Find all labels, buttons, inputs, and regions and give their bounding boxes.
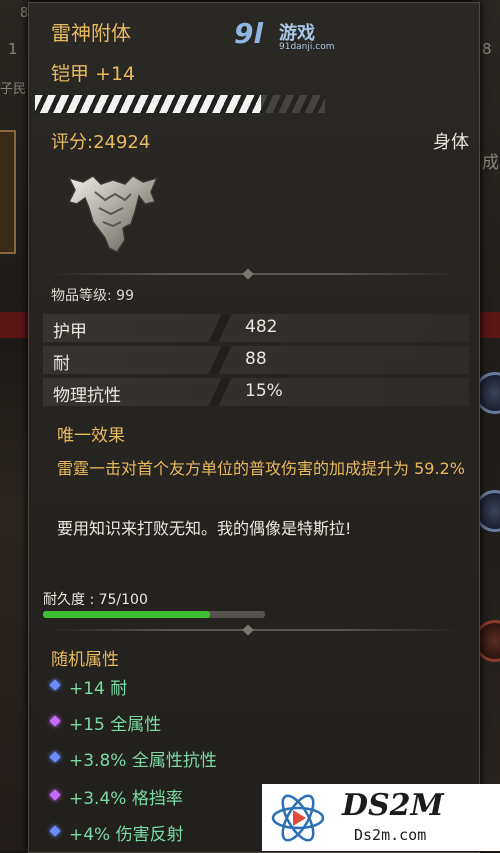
gem-icon — [49, 825, 61, 837]
upgrade-progress-bar — [35, 95, 325, 113]
site-watermark-91: 9l 游戏 91danji.com — [234, 17, 354, 57]
ds2m-url: Ds2m.com — [354, 826, 427, 844]
gem-icon — [49, 679, 61, 691]
upgrade-progress-fill — [35, 95, 262, 113]
affix-text: +14 耐 — [69, 679, 128, 699]
watermark-logo: 9l — [234, 17, 264, 50]
background-text: 8 — [482, 40, 492, 58]
item-type-upgrade: 铠甲 +14 — [51, 63, 136, 85]
watermark-url: 91danji.com — [279, 42, 335, 52]
durability-bar-fill — [43, 611, 210, 618]
background-red-bar — [0, 312, 28, 338]
item-level: 物品等级: 99 — [51, 288, 134, 304]
random-attributes-title: 随机属性 — [51, 650, 119, 670]
item-name: 雷神附体 — [51, 21, 131, 45]
stat-name: 护甲 — [53, 322, 87, 342]
stat-row: 物理抗性 15% — [43, 378, 469, 406]
background-text: 1 — [8, 40, 18, 58]
affix-text: +3.4% 格挡率 — [69, 789, 183, 809]
background-text: 成 — [482, 153, 499, 173]
ds2m-name: DS2M — [342, 788, 444, 823]
section-divider — [49, 268, 459, 280]
background-left — [0, 0, 30, 851]
stat-name: 耐 — [53, 354, 70, 374]
gem-icon — [49, 715, 61, 727]
background-red-bar — [478, 312, 500, 338]
affix-text: +3.8% 全属性抗性 — [69, 751, 217, 771]
site-watermark-ds2m: DS2M Ds2m.com — [262, 784, 500, 851]
background-text: 子民 — [0, 82, 27, 97]
stat-value: 15% — [245, 381, 283, 401]
gem-icon — [49, 789, 61, 801]
flavor-text: 要用知识来打败无知。我的偶像是特斯拉! — [57, 519, 352, 538]
stat-row: 耐 88 — [43, 346, 469, 374]
chest-armor-icon — [67, 175, 159, 253]
item-tooltip: 雷神附体 9l 游戏 91danji.com 铠甲 +14 评分:24924 身… — [28, 2, 480, 853]
affix-text: +4% 伤害反射 — [69, 825, 184, 845]
stat-row: 护甲 482 — [43, 314, 469, 342]
unique-effect-text: 雷霆一击对首个友方单位的普攻伤害的加成提升为 59.2% — [57, 459, 465, 478]
stat-value: 88 — [245, 349, 267, 369]
stat-value: 482 — [245, 317, 278, 337]
background-frame — [0, 130, 16, 254]
item-slot: 身体 — [433, 132, 469, 153]
durability-bar — [43, 611, 265, 618]
item-score: 评分:24924 — [51, 132, 151, 153]
gem-icon — [49, 751, 61, 763]
stat-name: 物理抗性 — [53, 386, 121, 406]
affix-text: +15 全属性 — [69, 715, 162, 735]
section-divider — [49, 624, 459, 636]
durability-label: 耐久度 : 75/100 — [43, 592, 148, 608]
atom-logo-icon — [271, 794, 325, 842]
unique-effect-title: 唯一效果 — [57, 426, 125, 446]
